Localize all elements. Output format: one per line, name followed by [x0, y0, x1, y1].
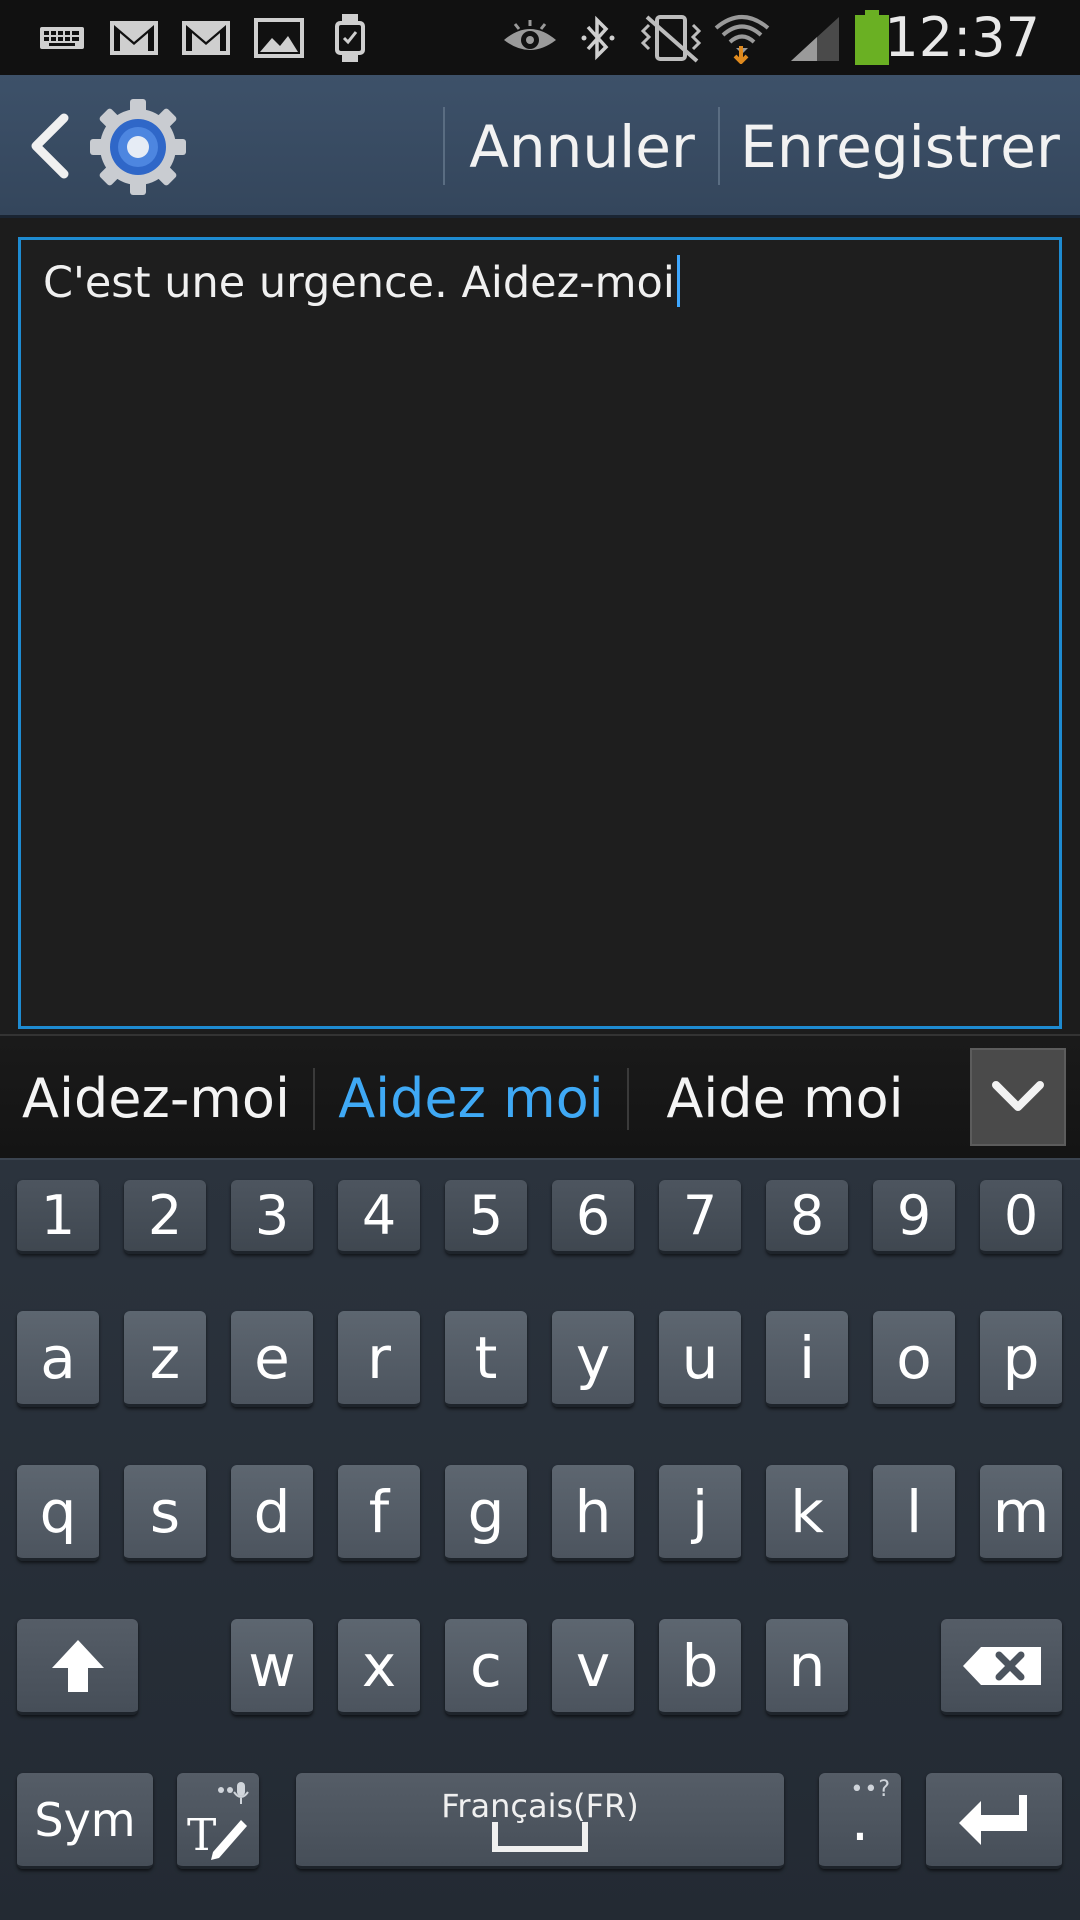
key-h[interactable]: h	[552, 1465, 634, 1561]
key-e[interactable]: e	[231, 1311, 313, 1407]
action-bar-divider	[443, 107, 445, 185]
suggestion-item[interactable]: Aide moi	[629, 1036, 941, 1160]
svg-text:T: T	[187, 1810, 216, 1860]
enter-return-icon	[959, 1794, 1027, 1845]
key-4[interactable]: 4	[338, 1180, 420, 1254]
suggestion-item[interactable]: Aidez-moi	[0, 1036, 312, 1160]
key-1[interactable]: 1	[17, 1180, 99, 1254]
gmail-icon	[180, 10, 232, 65]
period-key[interactable]: ••? .	[819, 1773, 901, 1869]
key-b[interactable]: b	[659, 1619, 741, 1715]
key-n[interactable]: n	[766, 1619, 848, 1715]
key-u[interactable]: u	[659, 1311, 741, 1407]
key-f[interactable]: f	[338, 1465, 420, 1561]
wifi-icon	[714, 10, 770, 65]
key-x[interactable]: x	[338, 1619, 420, 1715]
key-g[interactable]: g	[445, 1465, 527, 1561]
vibrate-mute-icon	[636, 10, 708, 65]
keyboard-icon	[38, 10, 86, 65]
key-i[interactable]: i	[766, 1311, 848, 1407]
key-9[interactable]: 9	[873, 1180, 955, 1254]
suggestion-bar: Aidez-moi Aidez moi Aide moi	[0, 1034, 1080, 1160]
bluetooth-icon	[576, 10, 620, 65]
expand-suggestions-button[interactable]	[970, 1048, 1066, 1146]
sym-key[interactable]: Sym	[17, 1773, 153, 1869]
key-s[interactable]: s	[124, 1465, 206, 1561]
key-8[interactable]: 8	[766, 1180, 848, 1254]
key-j[interactable]: j	[659, 1465, 741, 1561]
status-bar: 12:37	[0, 0, 1080, 75]
enter-key[interactable]	[926, 1773, 1062, 1869]
key-d[interactable]: d	[231, 1465, 313, 1561]
shift-arrow-icon	[51, 1639, 104, 1692]
key-y[interactable]: y	[552, 1311, 634, 1407]
signal-icon	[788, 10, 842, 65]
key-q[interactable]: q	[17, 1465, 99, 1561]
back-button[interactable]	[20, 110, 80, 182]
key-3[interactable]: 3	[231, 1180, 313, 1254]
keyboard: 1 2 3 4 5 6 7 8 9 0 a z e r t y u i o p …	[0, 1160, 1080, 1920]
message-text: C'est une urgence. Aidez-moi	[43, 258, 675, 308]
key-o[interactable]: o	[873, 1311, 955, 1407]
settings-gear-icon	[88, 97, 188, 197]
save-button[interactable]: Enregistrer	[720, 75, 1080, 218]
key-2[interactable]: 2	[124, 1180, 206, 1254]
key-z[interactable]: z	[124, 1311, 206, 1407]
key-v[interactable]: v	[552, 1619, 634, 1715]
key-7[interactable]: 7	[659, 1180, 741, 1254]
space-language-label: Français(FR)	[441, 1787, 639, 1825]
backspace-icon	[962, 1646, 1041, 1685]
chevron-down-icon	[992, 1081, 1044, 1111]
gmail-icon	[108, 10, 160, 65]
key-0[interactable]: 0	[980, 1180, 1062, 1254]
smartwatch-icon	[330, 10, 370, 65]
cancel-button[interactable]: Annuler	[446, 75, 718, 218]
key-t[interactable]: t	[445, 1311, 527, 1407]
gallery-icon	[252, 10, 306, 65]
key-w[interactable]: w	[231, 1619, 313, 1715]
key-m[interactable]: m	[980, 1465, 1062, 1561]
handwriting-key[interactable]: T	[177, 1773, 259, 1869]
suggestion-item-primary[interactable]: Aidez moi	[315, 1036, 627, 1160]
space-bar-icon	[492, 1822, 588, 1852]
space-key[interactable]: Français(FR)	[296, 1773, 784, 1869]
key-c[interactable]: c	[445, 1619, 527, 1715]
message-text-line: C'est une urgence. Aidez-moi	[43, 252, 680, 314]
key-l[interactable]: l	[873, 1465, 955, 1561]
status-time: 12:37	[884, 6, 1040, 69]
key-r[interactable]: r	[338, 1311, 420, 1407]
backspace-key[interactable]	[941, 1619, 1062, 1715]
handwriting-pen-icon: T	[187, 1781, 249, 1860]
action-bar: Annuler Enregistrer	[0, 75, 1080, 218]
smart-stay-eye-icon	[500, 10, 560, 65]
message-text-area[interactable]: C'est une urgence. Aidez-moi	[18, 237, 1062, 1029]
key-p[interactable]: p	[980, 1311, 1062, 1407]
key-k[interactable]: k	[766, 1465, 848, 1561]
shift-key[interactable]	[17, 1619, 138, 1715]
text-cursor	[676, 255, 680, 307]
key-6[interactable]: 6	[552, 1180, 634, 1254]
key-5[interactable]: 5	[445, 1180, 527, 1254]
key-a[interactable]: a	[17, 1311, 99, 1407]
period-alt-label: ••?	[850, 1777, 891, 1802]
